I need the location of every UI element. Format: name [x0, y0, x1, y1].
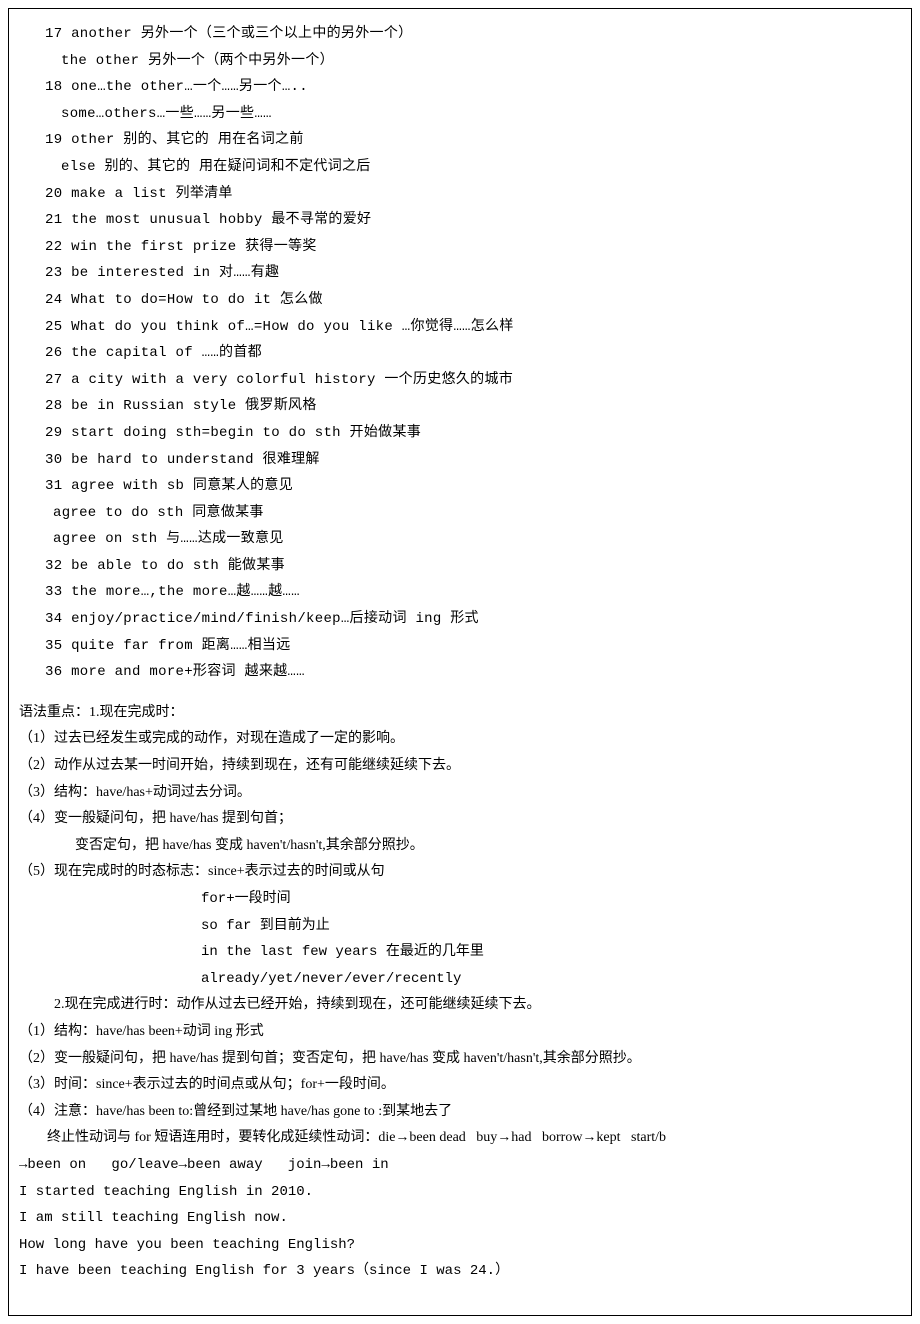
- vocab-item-28: 28 be in Russian style 俄罗斯风格: [19, 393, 901, 420]
- vocab-item-31b: agree to do sth 同意做某事: [19, 500, 901, 527]
- vocab-item-33: 33 the more…,the more…越……越……: [19, 579, 901, 606]
- grammar-point-5c: so far 到目前为止: [19, 913, 901, 940]
- grammar-point-5b: for+一段时间: [19, 886, 901, 913]
- vocab-item-23: 23 be interested in 对……有趣: [19, 260, 901, 287]
- example-sentence-3: How long have you been teaching English?: [19, 1232, 901, 1259]
- vocab-item-25: 25 What do you think of…=How do you like…: [19, 314, 901, 341]
- vocab-item-20: 20 make a list 列举清单: [19, 181, 901, 208]
- grammar-heading-2: 2.现在完成进行时：动作从过去已经开始，持续到现在，还可能继续延续下去。: [19, 992, 901, 1019]
- vocab-item-22: 22 win the first prize 获得一等奖: [19, 234, 901, 261]
- grammar-point-5d: in the last few years 在最近的几年里: [19, 939, 901, 966]
- vocab-item-36: 36 more and more+形容词 越来越……: [19, 659, 901, 686]
- vocab-item-18a: 18 one…the other…一个……另一个…..: [19, 74, 901, 101]
- vocab-item-34: 34 enjoy/practice/mind/finish/keep…后接动词 …: [19, 606, 901, 633]
- grammar-progressive-4b: 终止性动词与 for 短语连用时，要转化成延续性动词：die→been dead…: [19, 1125, 901, 1152]
- grammar-point-5e: already/yet/never/ever/recently: [19, 966, 901, 993]
- grammar-point-5a: （5）现在完成时的时态标志：since+表示过去的时间或从句: [19, 859, 901, 886]
- vocab-item-18b: some…others…一些……另一些……: [19, 101, 901, 128]
- vocab-item-24: 24 What to do=How to do it 怎么做: [19, 287, 901, 314]
- vocab-item-35: 35 quite far from 距离……相当远: [19, 633, 901, 660]
- example-sentence-1: I started teaching English in 2010.: [19, 1179, 901, 1206]
- vocab-item-21: 21 the most unusual hobby 最不寻常的爱好: [19, 207, 901, 234]
- grammar-point-2: （2）动作从过去某一时间开始，持续到现在，还有可能继续延续下去。: [19, 753, 901, 780]
- grammar-progressive-4a: （4）注意：have/has been to:曾经到过某地 have/has g…: [19, 1099, 901, 1126]
- example-sentence-4: I have been teaching English for 3 years…: [19, 1258, 901, 1285]
- vocab-item-27: 27 a city with a very colorful history 一…: [19, 367, 901, 394]
- vocab-item-29: 29 start doing sth=begin to do sth 开始做某事: [19, 420, 901, 447]
- spacer: [19, 686, 901, 700]
- vocab-item-26: 26 the capital of ……的首都: [19, 340, 901, 367]
- vocab-item-30: 30 be hard to understand 很难理解: [19, 447, 901, 474]
- example-sentence-2: I am still teaching English now.: [19, 1205, 901, 1232]
- grammar-progressive-3: （3）时间：since+表示过去的时间点或从句；for+一段时间。: [19, 1072, 901, 1099]
- grammar-point-4b: 变否定句，把 have/has 变成 haven't/hasn't,其余部分照抄…: [19, 833, 901, 860]
- grammar-point-4a: （4）变一般疑问句，把 have/has 提到句首；: [19, 806, 901, 833]
- vocab-item-19b: else 别的、其它的 用在疑问词和不定代词之后: [19, 154, 901, 181]
- grammar-progressive-1: （1）结构：have/has been+动词 ing 形式: [19, 1019, 901, 1046]
- grammar-progressive-2: （2）变一般疑问句，把 have/has 提到句首；变否定句，把 have/ha…: [19, 1046, 901, 1073]
- vocab-item-17b: the other 另外一个（两个中另外一个）: [19, 48, 901, 75]
- grammar-point-3: （3）结构：have/has+动词过去分词。: [19, 780, 901, 807]
- document-page: 17 another 另外一个（三个或三个以上中的另外一个） the other…: [8, 8, 912, 1316]
- vocab-item-17a: 17 another 另外一个（三个或三个以上中的另外一个）: [19, 21, 901, 48]
- vocab-item-31c: agree on sth 与……达成一致意见: [19, 526, 901, 553]
- grammar-heading: 语法重点：1.现在完成时：: [19, 700, 901, 727]
- vocab-item-32: 32 be able to do sth 能做某事: [19, 553, 901, 580]
- vocab-item-31a: 31 agree with sb 同意某人的意见: [19, 473, 901, 500]
- grammar-progressive-4c: →been on go/leave→been away join→been in: [19, 1152, 901, 1179]
- grammar-point-1: （1）过去已经发生或完成的动作，对现在造成了一定的影响。: [19, 726, 901, 753]
- vocab-item-19a: 19 other 别的、其它的 用在名词之前: [19, 127, 901, 154]
